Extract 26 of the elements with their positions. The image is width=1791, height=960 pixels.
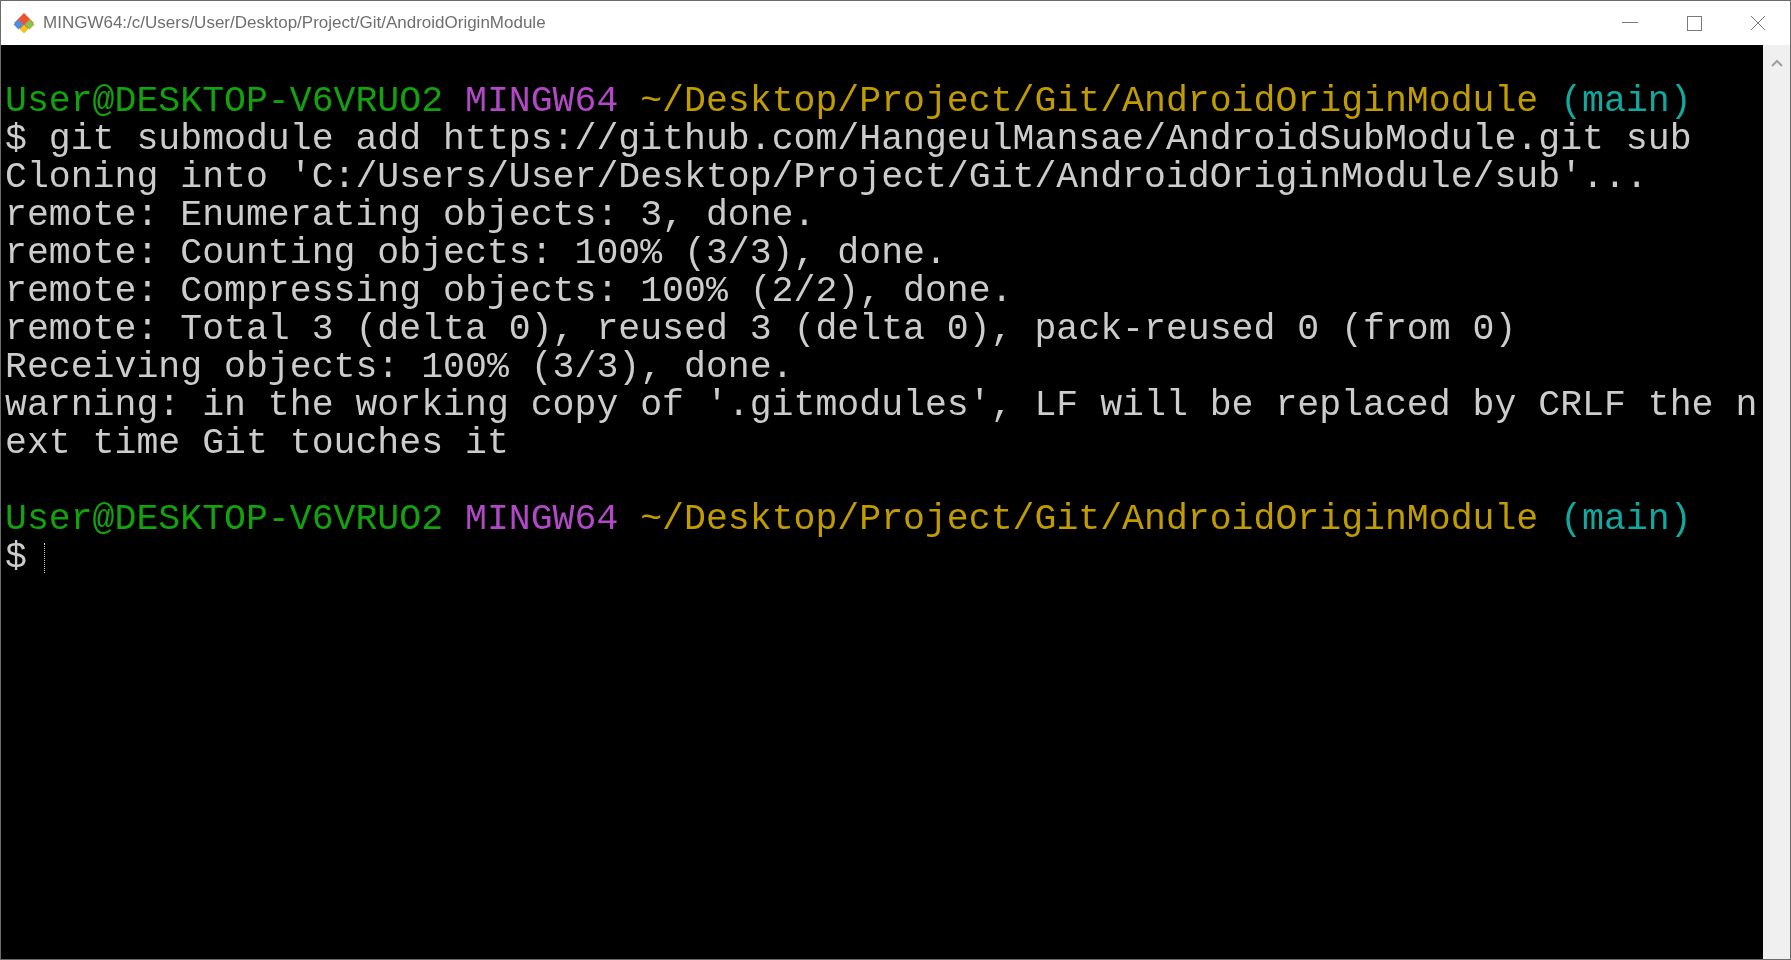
output-line: remote: Total 3 (delta 0), reused 3 (delta 0), pack-reused 0 (from 0) xyxy=(5,311,1517,349)
close-icon xyxy=(1750,15,1766,31)
output-line: warning: in the working copy of '.gitmodules', LF will be replaced by CRLF the n xyxy=(5,387,1758,425)
prompt-branch: (main) xyxy=(1560,499,1692,540)
window-title: MINGW64:/c/Users/User/Desktop/Project/Git/AndroidOriginModule xyxy=(43,12,546,35)
output-line: Receiving objects: 100% (3/3), done. xyxy=(5,349,794,387)
text-cursor xyxy=(43,543,45,573)
prompt-symbol: $ xyxy=(5,539,27,577)
output-line: remote: Compressing objects: 100% (2/2), done. xyxy=(5,273,1013,311)
scrollbar[interactable] xyxy=(1763,45,1790,959)
output-line: Cloning into 'C:/Users/User/Desktop/Project/Git/AndroidOriginModule/sub'... xyxy=(5,159,1648,197)
maximize-icon xyxy=(1686,15,1702,31)
prompt-user: User@DESKTOP-V6VRUO2 xyxy=(5,499,444,540)
prompt-symbol: $ xyxy=(5,119,27,160)
prompt-branch: (main) xyxy=(1560,81,1692,122)
prompt-user: User@DESKTOP-V6VRUO2 xyxy=(5,81,444,122)
scroll-up-icon xyxy=(1770,59,1783,67)
output-line: remote: Counting objects: 100% (3/3), done. xyxy=(5,235,947,273)
prompt-shell: MINGW64 xyxy=(465,499,619,540)
prompt-path: ~/Desktop/Project/Git/AndroidOriginModule xyxy=(640,499,1539,540)
minimize-icon xyxy=(1622,22,1638,24)
output-line: ext time Git touches it xyxy=(5,425,509,463)
prompt-shell: MINGW64 xyxy=(465,81,619,122)
command-text: git submodule add https://github.com/HangeulMansae/AndroidSubModule.git sub xyxy=(48,119,1692,160)
prompt-path: ~/Desktop/Project/Git/AndroidOriginModule xyxy=(640,81,1539,122)
output-line: remote: Enumerating objects: 3, done. xyxy=(5,197,816,235)
